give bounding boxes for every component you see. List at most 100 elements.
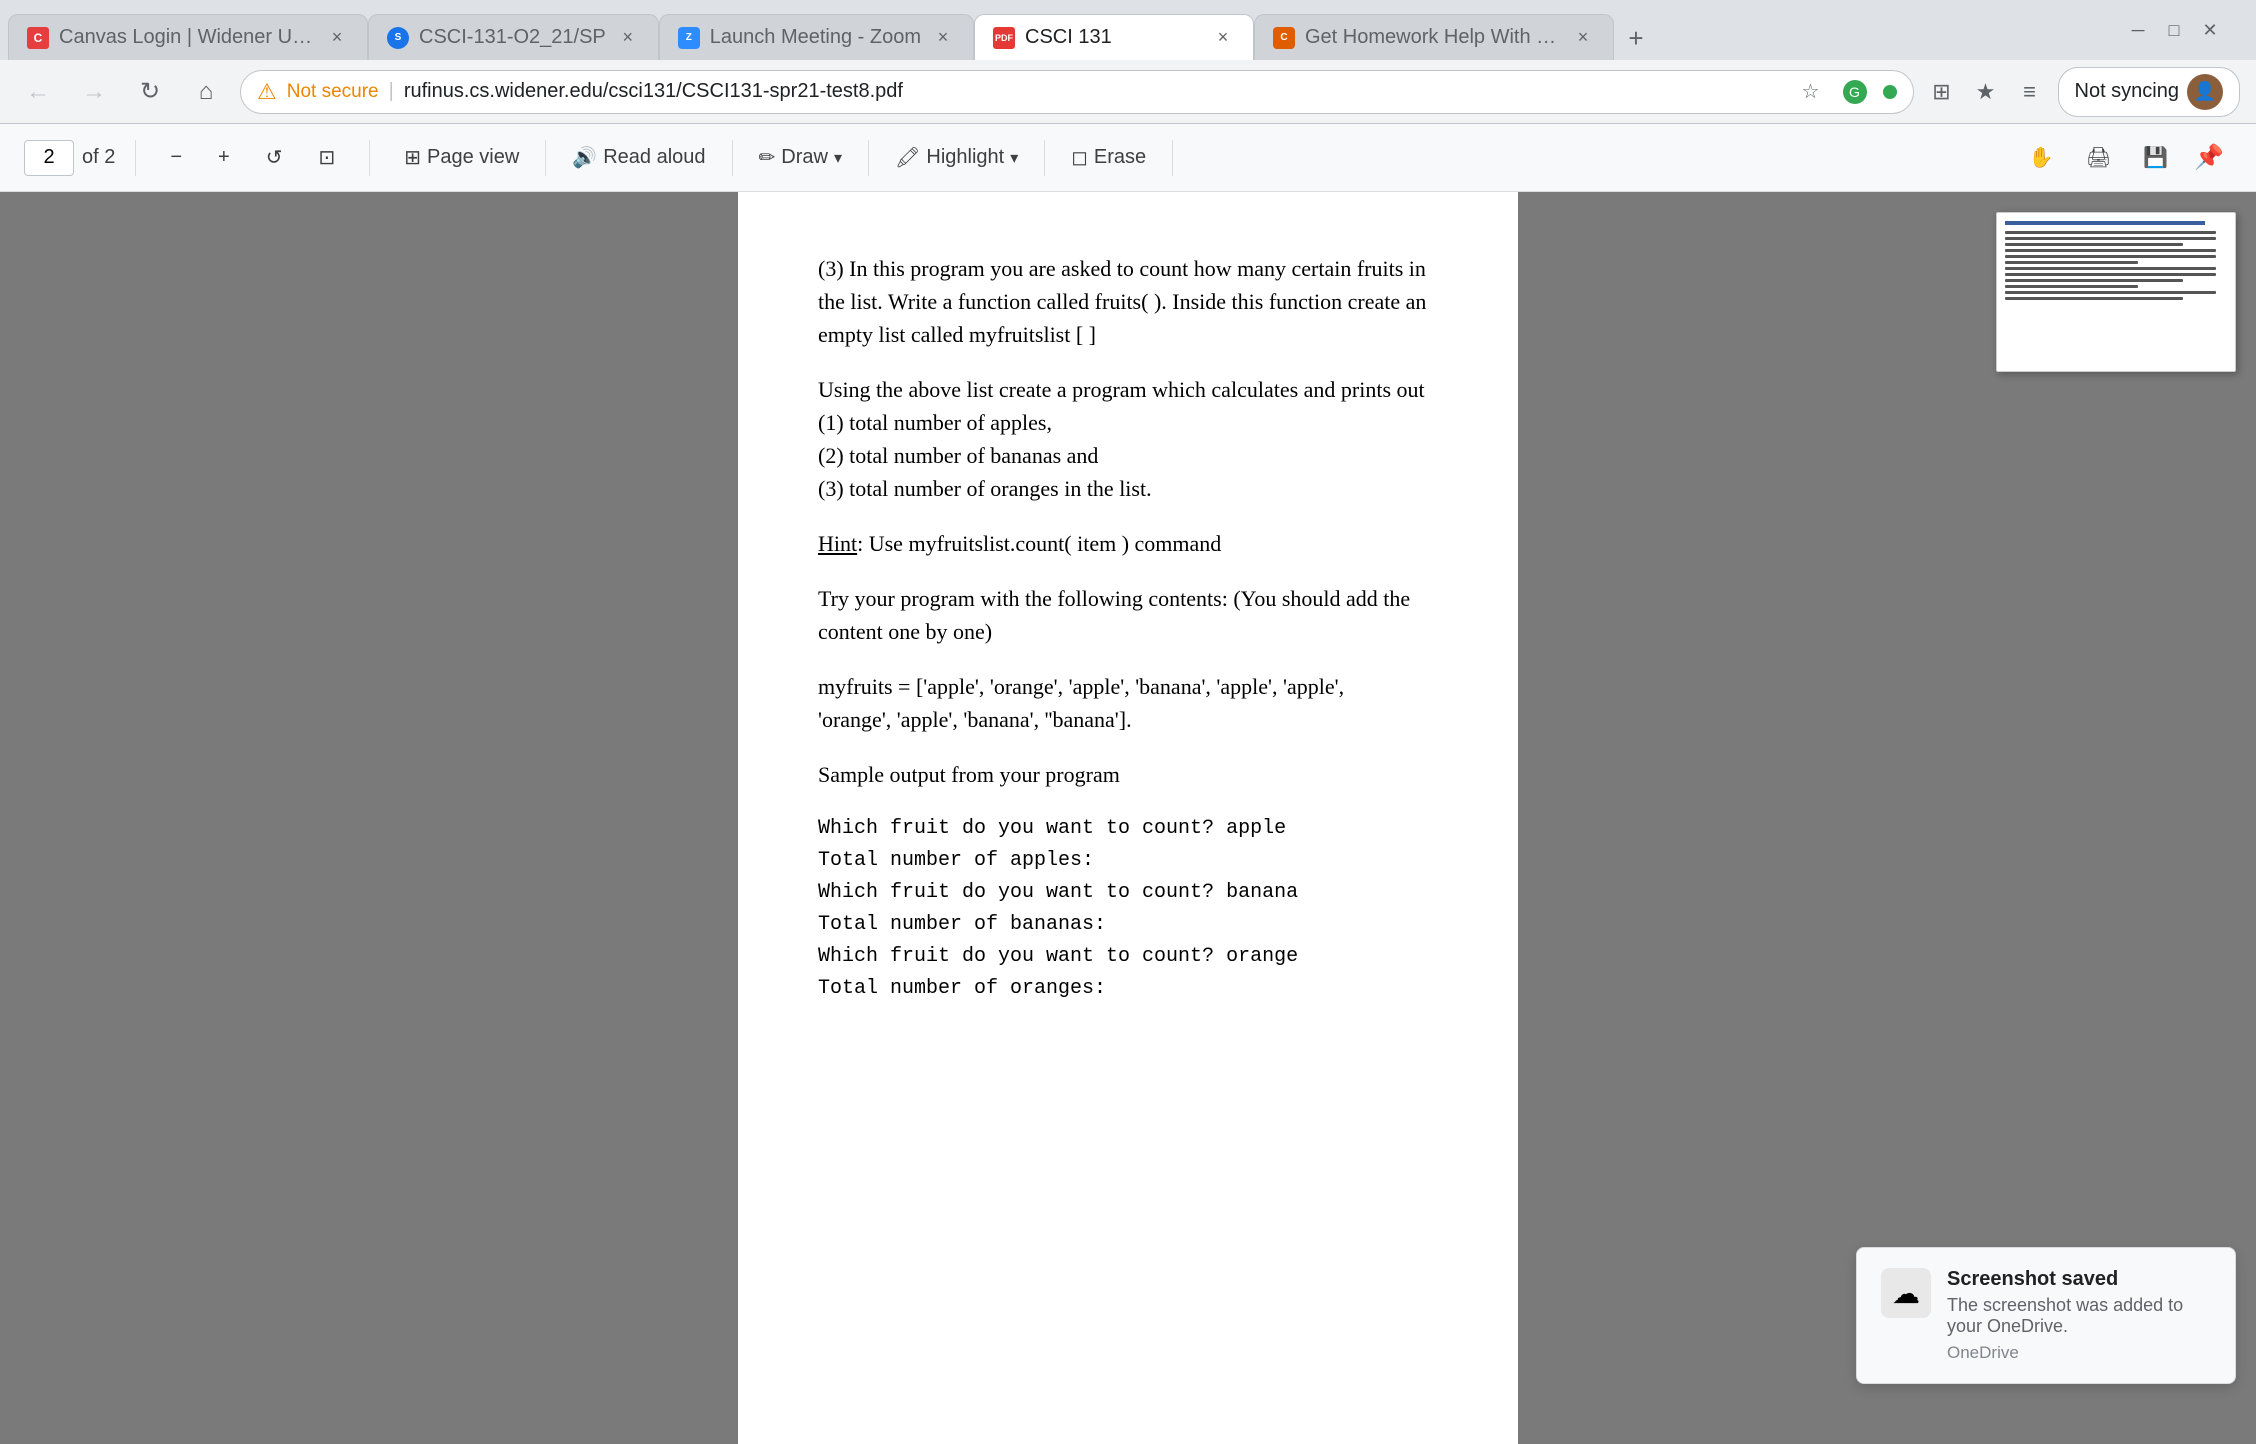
tab-chegg[interactable]: C Get Homework Help With Cheg... ×: [1254, 14, 1614, 60]
toolbar-separator-4: [732, 140, 733, 176]
page-view-button[interactable]: ⊞ Page view: [390, 139, 533, 177]
page-navigation: of 2: [24, 140, 115, 176]
notification-content: Screenshot saved The screenshot was adde…: [1947, 1268, 2211, 1363]
hint-label: Hint: [818, 531, 857, 556]
extension-icon[interactable]: G: [1839, 76, 1871, 108]
toolbar-separator-6: [1044, 140, 1045, 176]
security-warning-icon: ⚠: [257, 79, 277, 105]
save-button[interactable]: 💾: [2129, 139, 2182, 177]
rotate-icon: ↺: [266, 145, 283, 170]
read-aloud-icon: 🔊: [572, 145, 597, 170]
fit-page-button[interactable]: ⊡: [305, 139, 350, 177]
hint-paragraph: Hint: Use myfruitslist.count( item ) com…: [818, 527, 1438, 560]
tab-zoom[interactable]: Z Launch Meeting - Zoom ×: [659, 14, 974, 60]
highlight-chevron[interactable]: ▾: [1010, 148, 1018, 168]
draw-chevron[interactable]: ▾: [834, 148, 842, 168]
toolbar-separator-3: [545, 140, 546, 176]
paragraph-2: Using the above list create a program wh…: [818, 373, 1438, 505]
notification-body: The screenshot was added to your OneDriv…: [1947, 1295, 2211, 1337]
pdf-page: (3) In this program you are asked to cou…: [738, 192, 1518, 1444]
thumb-line-7: [2005, 267, 2216, 270]
draw-button[interactable]: ✏ Draw ▾: [745, 139, 856, 177]
bookmark-star-icon[interactable]: ☆: [1795, 76, 1827, 108]
tab-canvas-label: Canvas Login | Widener Universi...: [59, 26, 315, 49]
thumb-line-12: [2005, 297, 2183, 300]
window-controls: ─ □ ✕: [2108, 16, 2240, 44]
toolbar-right: ✋ 🖨 💾 📌: [2015, 135, 2232, 180]
reload-button[interactable]: ↻: [128, 70, 172, 114]
address-url[interactable]: rufinus.cs.widener.edu/csci131/CSCI131-s…: [404, 80, 1785, 103]
save-icon: 💾: [2143, 145, 2168, 170]
page-view-label: Page view: [427, 146, 519, 169]
print-button[interactable]: 🖨: [2072, 139, 2125, 177]
new-tab-button[interactable]: +: [1614, 16, 1658, 60]
back-button[interactable]: ←: [16, 70, 60, 114]
pin-button[interactable]: 📌: [2186, 135, 2232, 180]
highlight-button[interactable]: 🖍 Highlight ▾: [881, 139, 1032, 177]
thumb-line-4: [2005, 249, 2216, 252]
main-content: (3) In this program you are asked to cou…: [0, 192, 2256, 1444]
thumb-line-8: [2005, 273, 2216, 276]
extensions-button[interactable]: ⊞: [1926, 76, 1958, 108]
not-syncing-label: Not syncing: [2075, 80, 2180, 103]
favorites-button[interactable]: ★: [1970, 76, 2002, 108]
thumb-line-5: [2005, 255, 2216, 258]
pdf-favicon: PDF: [993, 27, 1015, 49]
tab-chegg-close[interactable]: ×: [1571, 26, 1595, 50]
output-line-6: Total number of oranges:: [818, 973, 1438, 1005]
rotate-button[interactable]: ↺: [252, 139, 297, 177]
forward-button[interactable]: →: [72, 70, 116, 114]
canvas-favicon: C: [27, 27, 49, 49]
address-warning-text: Not secure: [287, 81, 379, 103]
zoom-out-button[interactable]: −: [156, 139, 196, 177]
print-icon: 🖨: [2086, 145, 2111, 170]
tab-csci131[interactable]: PDF CSCI 131 ×: [974, 14, 1254, 60]
page-number-input[interactable]: [24, 140, 74, 176]
tab-canvas-close[interactable]: ×: [325, 26, 349, 50]
toolbar-separator-5: [868, 140, 869, 176]
hand-icon: ✋: [2029, 145, 2054, 170]
draw-icon: ✏: [759, 145, 776, 170]
home-button[interactable]: ⌂: [184, 70, 228, 114]
address-icons: ☆ G: [1795, 76, 1897, 108]
thumb-line-2: [2005, 237, 2216, 240]
address-box[interactable]: ⚠ Not secure | rufinus.cs.widener.edu/cs…: [240, 70, 1914, 114]
read-aloud-button[interactable]: 🔊 Read aloud: [558, 139, 719, 177]
tab-csci-close[interactable]: ×: [616, 26, 640, 50]
zoom-favicon: Z: [678, 27, 700, 49]
read-aloud-label: Read aloud: [603, 146, 705, 169]
list-item-1: (1) total number of apples,: [818, 410, 1052, 435]
tab-zoom-close[interactable]: ×: [931, 26, 955, 50]
hand-tool-button[interactable]: ✋: [2015, 139, 2068, 177]
erase-button[interactable]: ◻ Erase: [1057, 139, 1160, 177]
minimize-button[interactable]: ─: [2124, 16, 2152, 44]
tab-csci-label: CSCI-131-O2_21/SP: [419, 26, 606, 49]
address-separator: |: [389, 80, 394, 103]
chegg-favicon: C: [1273, 27, 1295, 49]
zoom-in-icon: +: [218, 146, 230, 169]
page-total: of 2: [82, 146, 115, 169]
tab-canvas[interactable]: C Canvas Login | Widener Universi... ×: [8, 14, 368, 60]
output-line-4: Total number of bananas:: [818, 909, 1438, 941]
csci-favicon: S: [387, 27, 409, 49]
collections-button[interactable]: ≡: [2014, 76, 2046, 108]
tab-csci131-close[interactable]: ×: [1211, 26, 1235, 50]
thumb-line-9: [2005, 279, 2183, 282]
thumbnail-panel: [1996, 212, 2236, 372]
pdf-toolbar: of 2 − + ↺ ⊡ ⊞ Page view 🔊 Read aloud ✏ …: [0, 124, 2256, 192]
toolbar-separator-7: [1172, 140, 1173, 176]
hint-text: : Use myfruitslist.count( item ) command: [857, 531, 1221, 556]
profile-avatar: 👤: [2187, 74, 2223, 110]
close-window-button[interactable]: ✕: [2196, 16, 2224, 44]
thumb-line-header: [2005, 221, 2205, 225]
not-syncing-button[interactable]: Not syncing 👤: [2058, 67, 2241, 117]
thumb-line-10: [2005, 285, 2138, 288]
draw-label: Draw: [781, 146, 828, 169]
output-line-3: Which fruit do you want to count? banana: [818, 877, 1438, 909]
highlight-icon: 🖍: [895, 145, 920, 170]
maximize-button[interactable]: □: [2160, 16, 2188, 44]
highlight-label: Highlight: [926, 146, 1004, 169]
zoom-in-button[interactable]: +: [204, 139, 244, 177]
zoom-out-icon: −: [170, 146, 182, 169]
tab-csci[interactable]: S CSCI-131-O2_21/SP ×: [368, 14, 659, 60]
